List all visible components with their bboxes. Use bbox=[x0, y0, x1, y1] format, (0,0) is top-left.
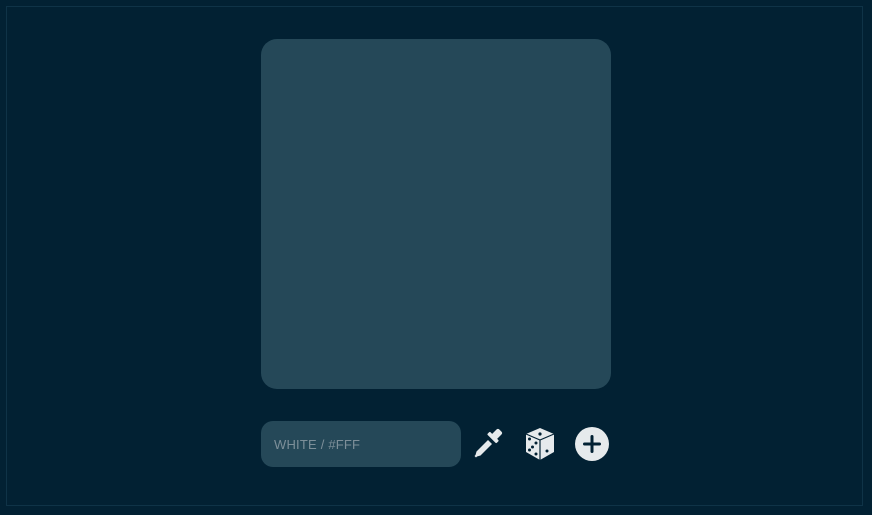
random-color-button[interactable] bbox=[522, 421, 558, 467]
eyedropper-button[interactable] bbox=[470, 421, 506, 467]
color-preview-swatch bbox=[261, 39, 611, 389]
eyedropper-icon bbox=[474, 428, 503, 458]
add-color-button[interactable] bbox=[574, 421, 610, 467]
color-controls bbox=[261, 421, 610, 467]
plus-circle-icon bbox=[575, 427, 609, 461]
dice-icon bbox=[525, 428, 555, 460]
color-input[interactable] bbox=[261, 421, 461, 467]
